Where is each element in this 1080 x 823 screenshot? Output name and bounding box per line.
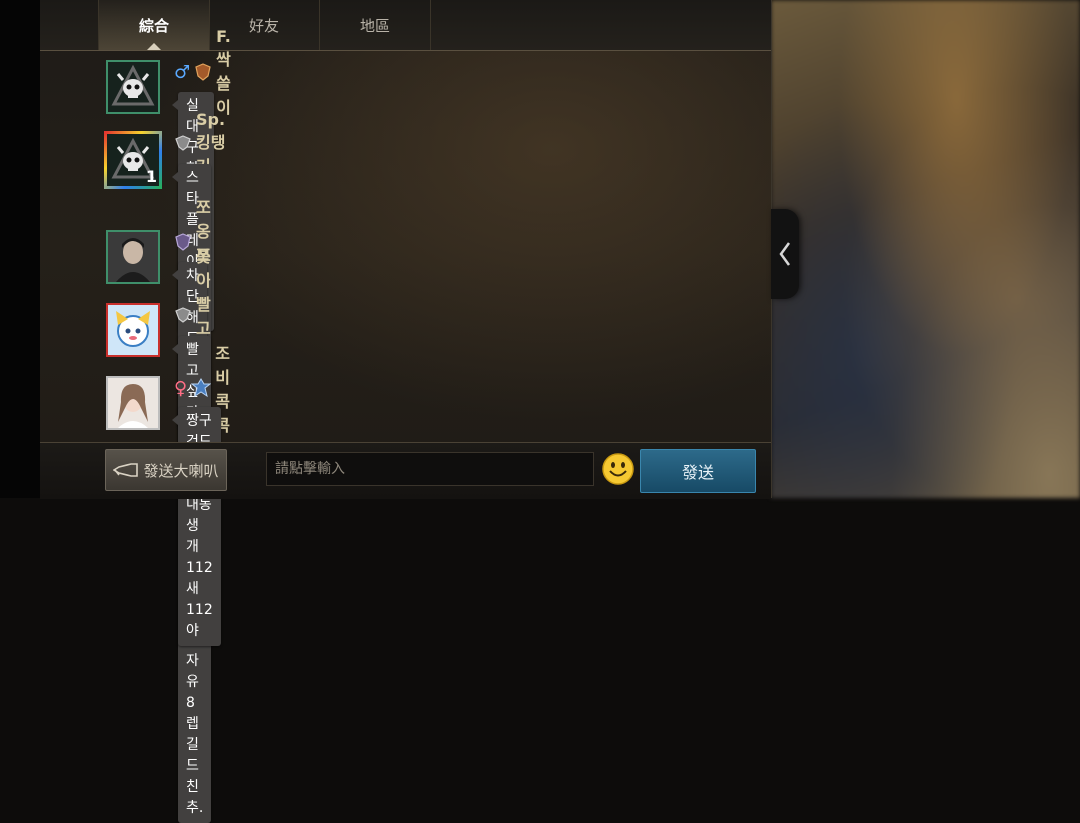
send-button-label: 發送 [681,463,714,482]
tab-region[interactable]: 地區 [320,0,431,50]
rank-shield-icon [174,232,192,252]
sender-line: Sp.킹탱커 [174,110,227,176]
sender-line: ♀ 조비콕콕 [174,344,230,435]
collapse-panel-button[interactable] [771,209,799,299]
rank-shield-icon [194,62,212,82]
avatar[interactable] [106,60,160,114]
smiley-icon [602,453,634,485]
game-background-blur [771,0,1080,498]
skull-emblem-icon [111,64,155,106]
tab-general[interactable]: 綜合 [98,0,210,50]
tab-region-label: 地區 [359,16,390,35]
avatar[interactable] [106,376,160,430]
avatar[interactable]: 1 [104,131,162,189]
rank-shield-icon [174,133,192,153]
sender-line: ♂ F.싹쓸이 [174,27,233,117]
rank-crest-icon [191,378,212,398]
chat-tab-bar: 綜合 好友 地區 [40,0,771,51]
chat-input[interactable] [266,452,594,486]
send-button[interactable]: 發送 [640,449,756,493]
avatar[interactable] [106,303,160,357]
emoji-button[interactable] [601,452,635,486]
male-icon: ♂ [174,61,191,83]
sender-name[interactable]: F.싹쓸이 [216,27,233,118]
send-megaphone-button[interactable]: 發送大喇叭 [105,449,227,491]
user-photo-icon [108,232,158,282]
tab-general-label: 綜合 [138,16,169,35]
sender-line: 봊이빨고싶다 [174,247,213,386]
female-icon: ♀ [174,377,188,399]
avatar-rank-number: 1 [145,167,157,186]
chevron-left-icon [779,242,791,266]
horn-icon [113,463,139,477]
tab-friends-label: 好友 [248,16,279,35]
chat-panel: 綜合 好友 地區 ♂ F.싹쓸이 실대 구 1 Sp.킹탱 스타플레 자유 8렙… [40,0,772,823]
left-edge [0,0,40,498]
chat-input-bar: 發送大喇叭 發送 [40,442,771,499]
cartoon-character-icon [108,305,158,355]
rank-shield-icon [174,305,192,325]
avatar[interactable] [106,230,160,284]
user-photo-icon [108,378,158,428]
active-tab-indicator [147,43,161,50]
send-megaphone-label: 發送大喇叭 [143,461,219,480]
